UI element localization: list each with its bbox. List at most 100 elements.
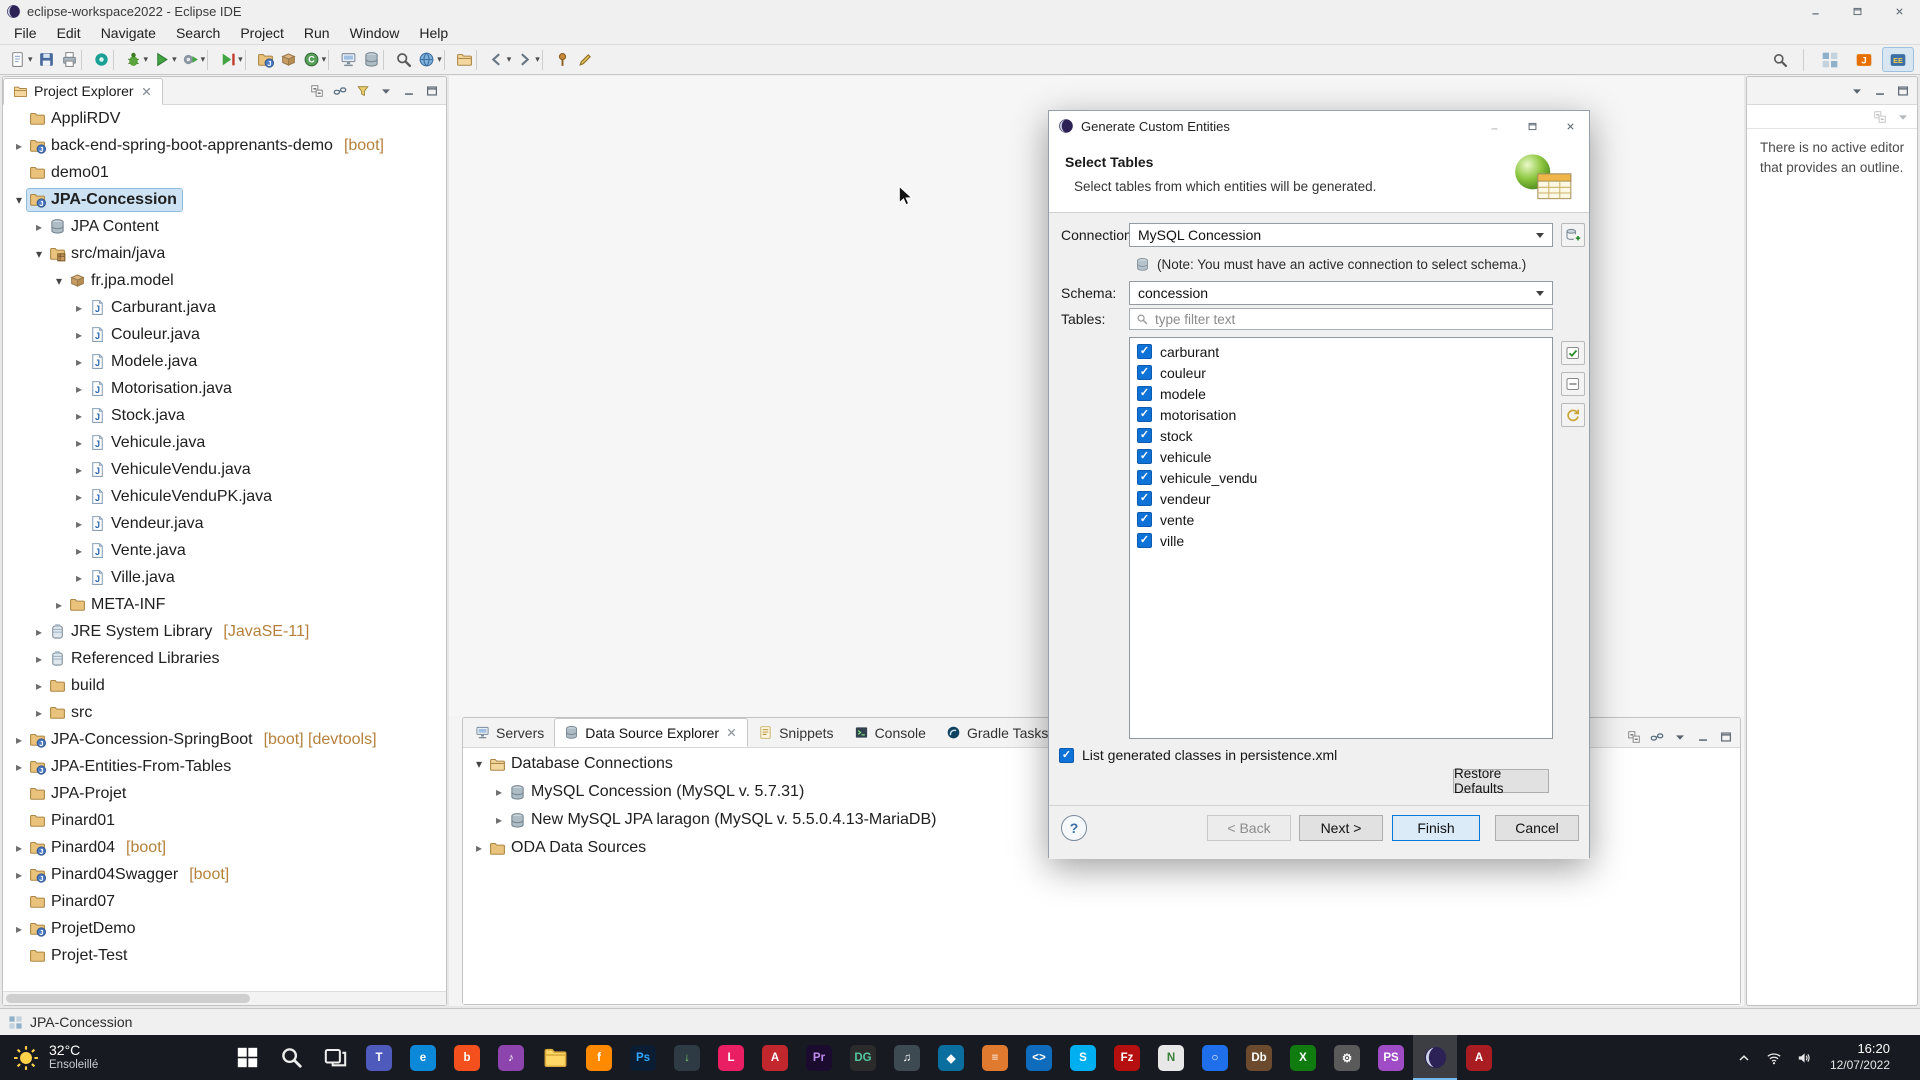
- expander-icon[interactable]: [11, 165, 27, 181]
- toolbar-button[interactable]: [216, 47, 245, 73]
- taskbar-app-button[interactable]: Fz: [1105, 1035, 1149, 1080]
- menu-item[interactable]: File: [4, 22, 47, 44]
- close-icon[interactable]: [140, 85, 153, 98]
- tree-item[interactable]: J Vente.java: [3, 537, 446, 564]
- taskbar-app-button[interactable]: S: [1061, 1035, 1105, 1080]
- menu-item[interactable]: Edit: [47, 22, 91, 44]
- expander-icon[interactable]: [31, 219, 47, 235]
- expander-icon[interactable]: [71, 516, 87, 532]
- tree-item[interactable]: J ProjetDemo: [3, 915, 446, 942]
- persistence-checkbox[interactable]: [1059, 748, 1074, 763]
- toolbar-button[interactable]: [485, 47, 514, 73]
- toolbar-button[interactable]: [444, 47, 453, 73]
- view-tab[interactable]: Console: [844, 718, 936, 747]
- tree-item[interactable]: J Couleur.java: [3, 321, 446, 348]
- window-minimize-button[interactable]: [1794, 0, 1836, 22]
- expander-icon[interactable]: [31, 651, 47, 667]
- toolbar-button[interactable]: [150, 47, 179, 73]
- taskbar-app-button[interactable]: Pr: [797, 1035, 841, 1080]
- expander-icon[interactable]: [11, 948, 27, 964]
- table-row[interactable]: ville: [1130, 530, 1552, 551]
- tree-item[interactable]: J back-end-spring-boot-apprenants-demo […: [3, 132, 446, 159]
- expander-icon[interactable]: [71, 354, 87, 370]
- expander-icon[interactable]: [71, 489, 87, 505]
- expander-icon[interactable]: [31, 678, 47, 694]
- view-tab[interactable]: Gradle Tasks: [936, 718, 1058, 747]
- taskbar-app-button[interactable]: [225, 1035, 269, 1080]
- dialog-close-button[interactable]: [1551, 111, 1589, 141]
- taskbar-app-button[interactable]: ♫: [885, 1035, 929, 1080]
- close-icon[interactable]: [725, 726, 738, 739]
- table-checkbox[interactable]: [1137, 512, 1152, 527]
- perspective-button[interactable]: EE: [1882, 47, 1914, 72]
- table-checkbox[interactable]: [1137, 449, 1152, 464]
- tree-item[interactable]: src: [3, 699, 446, 726]
- toolbar-button[interactable]: [392, 47, 415, 73]
- help-button[interactable]: ?: [1061, 815, 1087, 841]
- expander-icon[interactable]: [71, 381, 87, 397]
- expander-icon[interactable]: [11, 813, 27, 829]
- table-checkbox[interactable]: [1137, 533, 1152, 548]
- weather-widget[interactable]: 32°C Ensoleillé: [0, 1035, 225, 1080]
- restore-defaults-button[interactable]: Restore Defaults: [1453, 769, 1549, 793]
- toolbar-button[interactable]: C: [300, 47, 329, 73]
- taskbar-app-button[interactable]: <>: [1017, 1035, 1061, 1080]
- table-row[interactable]: vente: [1130, 509, 1552, 530]
- tree-item[interactable]: Referenced Libraries: [3, 645, 446, 672]
- tray-icon[interactable]: [1736, 1049, 1753, 1066]
- view-toolbar-icon[interactable]: [376, 81, 396, 101]
- toolbar-button[interactable]: [551, 47, 574, 73]
- tab-project-explorer[interactable]: Project Explorer: [3, 78, 163, 105]
- tree-item[interactable]: META-INF: [3, 591, 446, 618]
- window-maximize-button[interactable]: [1836, 0, 1878, 22]
- expander-icon[interactable]: [31, 705, 47, 721]
- tree-item[interactable]: J Pinard04Swagger [boot]: [3, 861, 446, 888]
- toolbar-button[interactable]: J: [254, 47, 277, 73]
- table-checkbox[interactable]: [1137, 365, 1152, 380]
- expander-icon[interactable]: [31, 246, 47, 262]
- tree-item[interactable]: fr.jpa.model: [3, 267, 446, 294]
- table-row[interactable]: vendeur: [1130, 488, 1552, 509]
- toolbar-button[interactable]: [337, 47, 360, 73]
- collapse-all-icon[interactable]: [1870, 107, 1890, 127]
- toolbar-button[interactable]: [58, 47, 81, 73]
- taskbar-app-button[interactable]: [533, 1035, 577, 1080]
- table-checkbox[interactable]: [1137, 407, 1152, 422]
- taskbar-app-button[interactable]: X: [1281, 1035, 1325, 1080]
- view-toolbar-icon[interactable]: [307, 81, 327, 101]
- tree-item[interactable]: J VehiculeVenduPK.java: [3, 483, 446, 510]
- view-toolbar-icon[interactable]: [353, 81, 373, 101]
- table-checkbox[interactable]: [1137, 344, 1152, 359]
- tree-item[interactable]: JPA-Projet: [3, 780, 446, 807]
- select-all-button[interactable]: [1561, 341, 1585, 365]
- expander-icon[interactable]: [11, 138, 27, 154]
- view-toolbar-icon[interactable]: [1670, 727, 1690, 747]
- dialog-maximize-button[interactable]: [1513, 111, 1551, 141]
- toolbar-button[interactable]: [360, 47, 383, 73]
- toolbar-button[interactable]: [574, 47, 597, 73]
- tree-item[interactable]: AppliRDV: [3, 105, 446, 132]
- expander-icon[interactable]: [71, 300, 87, 316]
- toolbar-button[interactable]: [542, 47, 551, 73]
- toolbar-button[interactable]: [277, 47, 300, 73]
- refresh-button[interactable]: [1561, 403, 1585, 427]
- taskbar-app-button[interactable]: [1413, 1035, 1457, 1080]
- expander-icon[interactable]: [51, 597, 67, 613]
- expander-icon[interactable]: [471, 756, 487, 772]
- menu-item[interactable]: Run: [294, 22, 340, 44]
- taskbar-app-button[interactable]: b: [445, 1035, 489, 1080]
- tree-item[interactable]: Pinard01: [3, 807, 446, 834]
- toolbar-button[interactable]: [513, 47, 542, 73]
- tree-item[interactable]: demo01: [3, 159, 446, 186]
- tree-item[interactable]: Pinard07: [3, 888, 446, 915]
- tree-item[interactable]: J VehiculeVendu.java: [3, 456, 446, 483]
- toolbar-button[interactable]: [122, 47, 151, 73]
- taskbar-app-button[interactable]: T: [357, 1035, 401, 1080]
- tree-item[interactable]: J Vehicule.java: [3, 429, 446, 456]
- expander-icon[interactable]: [71, 408, 87, 424]
- cancel-button[interactable]: Cancel: [1495, 815, 1579, 841]
- back-button[interactable]: < Back: [1207, 815, 1291, 841]
- taskbar-app-button[interactable]: A: [753, 1035, 797, 1080]
- tree-item[interactable]: src/main/java: [3, 240, 446, 267]
- expander-icon[interactable]: [491, 784, 507, 800]
